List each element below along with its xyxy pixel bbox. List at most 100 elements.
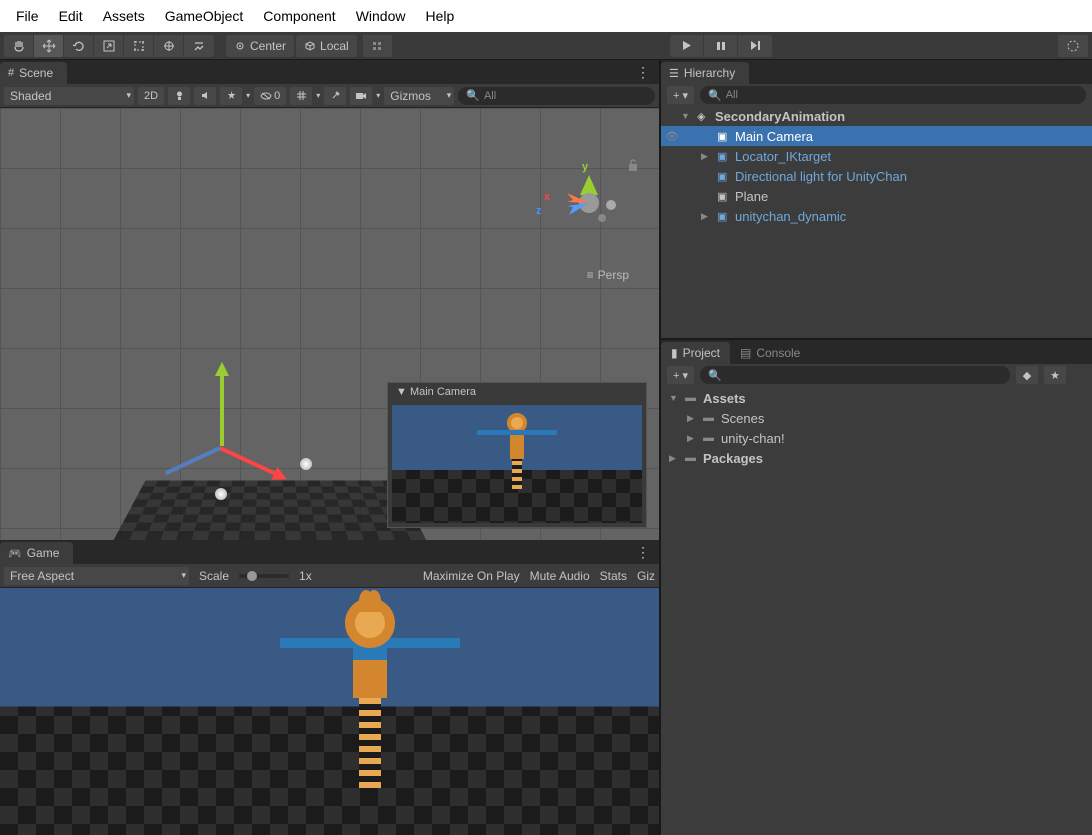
- menu-bar: File Edit Assets GameObject Component Wi…: [0, 0, 1092, 32]
- hierarchy-item[interactable]: ▼◈SecondaryAnimation: [661, 106, 1092, 126]
- project-tab[interactable]: ▮ Project: [661, 342, 730, 364]
- step-button[interactable]: [738, 35, 772, 57]
- hierarchy-item[interactable]: ▶▣Locator_IKtarget: [661, 146, 1092, 166]
- snap-toggle-button[interactable]: [363, 35, 393, 57]
- menu-assets[interactable]: Assets: [95, 4, 153, 28]
- scene-viewport[interactable]: y x z Persp Main Camera: [0, 108, 659, 540]
- menu-edit[interactable]: Edit: [51, 4, 91, 28]
- expand-toggle[interactable]: ▶: [687, 433, 699, 444]
- item-label: Main Camera: [735, 129, 813, 144]
- rotate-tool-button[interactable]: [64, 35, 94, 57]
- scene-tab[interactable]: # Scene: [0, 62, 67, 84]
- game-options-button[interactable]: ⋮: [636, 544, 651, 561]
- scene-icon: #: [8, 67, 14, 79]
- project-search-input[interactable]: 🔍: [700, 366, 1010, 384]
- orientation-gizmo[interactable]: y x z: [554, 163, 624, 233]
- hierarchy-tab-bar: ☰ Hierarchy: [661, 60, 1092, 84]
- project-item[interactable]: ▼▬Assets: [665, 388, 1088, 408]
- hierarchy-item[interactable]: 👁▣Main Camera: [661, 126, 1092, 146]
- gizmos-dropdown[interactable]: Gizmos: [384, 87, 454, 105]
- local-icon: [304, 40, 316, 52]
- expand-toggle[interactable]: ▼: [669, 393, 681, 403]
- stats-toggle[interactable]: Stats: [600, 569, 627, 583]
- create-dropdown[interactable]: + ▾: [667, 86, 694, 104]
- tools-button[interactable]: [324, 87, 346, 105]
- shading-mode-dropdown[interactable]: Shaded: [4, 87, 134, 105]
- space-toggle-button[interactable]: Local: [296, 35, 357, 57]
- fx-toggle-button[interactable]: [220, 87, 242, 105]
- project-tree[interactable]: ▼▬Assets▶▬Scenes▶▬unity-chan!▶▬Packages: [661, 386, 1092, 835]
- search-by-type-button[interactable]: ◆: [1016, 366, 1038, 384]
- menu-gameobject[interactable]: GameObject: [157, 4, 252, 28]
- scale-tool-button[interactable]: [94, 35, 124, 57]
- projection-label[interactable]: Persp: [587, 268, 629, 282]
- item-label: Packages: [703, 451, 763, 466]
- rect-tool-button[interactable]: [124, 35, 154, 57]
- game-tab[interactable]: 🎮 Game: [0, 542, 73, 564]
- custom-tool-button[interactable]: [184, 35, 214, 57]
- move-gizmo-y-axis[interactable]: [220, 376, 224, 446]
- light-icon: [300, 458, 312, 470]
- maximize-on-play-toggle[interactable]: Maximize On Play: [423, 569, 520, 583]
- 2d-toggle-button[interactable]: 2D: [138, 87, 164, 105]
- lock-icon[interactable]: [627, 158, 639, 172]
- expand-toggle[interactable]: ▶: [669, 453, 681, 464]
- gameobject-icon: ▣: [717, 190, 731, 203]
- layers-button[interactable]: [1058, 35, 1088, 57]
- hierarchy-search-input[interactable]: 🔍 All: [700, 86, 1086, 104]
- hidden-objects-button[interactable]: 0: [254, 87, 286, 105]
- move-gizmo-z-axis[interactable]: [165, 446, 221, 475]
- expand-toggle[interactable]: ▶: [701, 151, 713, 162]
- camera-button[interactable]: [350, 87, 372, 105]
- move-gizmo-x-axis[interactable]: [219, 446, 275, 475]
- scale-slider[interactable]: [239, 574, 289, 578]
- grid-toggle-button[interactable]: [290, 87, 312, 105]
- light-icon: [215, 488, 227, 500]
- lighting-toggle-button[interactable]: [168, 87, 190, 105]
- item-label: Scenes: [721, 411, 764, 426]
- scene-options-button[interactable]: ⋮: [636, 64, 651, 81]
- item-label: Directional light for UnityChan: [735, 169, 907, 184]
- menu-help[interactable]: Help: [417, 4, 462, 28]
- hierarchy-item[interactable]: ▣Directional light for UnityChan: [661, 166, 1092, 186]
- project-item[interactable]: ▶ ▬ Scenes: [665, 408, 1088, 428]
- project-item[interactable]: ▶ ▬ Packages: [665, 448, 1088, 468]
- menu-file[interactable]: File: [8, 4, 47, 28]
- camera-preview-window[interactable]: Main Camera: [387, 382, 647, 528]
- folder-icon: ▬: [703, 432, 717, 444]
- expand-toggle[interactable]: ▼: [681, 111, 693, 121]
- visibility-icon[interactable]: 👁: [665, 130, 679, 143]
- item-label: unitychan_dynamic: [735, 209, 846, 224]
- expand-toggle[interactable]: ▶: [687, 413, 699, 424]
- project-tab-bar: ▮ Project ▤ Console: [661, 340, 1092, 364]
- move-tool-button[interactable]: [34, 35, 64, 57]
- mute-audio-toggle[interactable]: Mute Audio: [530, 569, 590, 583]
- transform-tool-button[interactable]: [154, 35, 184, 57]
- save-search-button[interactable]: ★: [1044, 366, 1066, 384]
- pivot-toggle-button[interactable]: Center: [226, 35, 294, 57]
- menu-component[interactable]: Component: [255, 4, 343, 28]
- axis-z-label: z: [536, 205, 542, 217]
- menu-window[interactable]: Window: [348, 4, 414, 28]
- hierarchy-tab[interactable]: ☰ Hierarchy: [661, 62, 749, 84]
- console-tab[interactable]: ▤ Console: [730, 342, 810, 364]
- search-icon: 🔍: [708, 369, 722, 382]
- folder-icon: ▬: [703, 412, 717, 424]
- hierarchy-item[interactable]: ▶▣unitychan_dynamic: [661, 206, 1092, 226]
- audio-toggle-button[interactable]: [194, 87, 216, 105]
- aspect-dropdown[interactable]: Free Aspect: [4, 567, 189, 585]
- item-label: Plane: [735, 189, 768, 204]
- folder-icon: ▬: [685, 452, 699, 464]
- project-create-dropdown[interactable]: + ▾: [667, 366, 694, 384]
- expand-toggle[interactable]: ▶: [701, 211, 713, 222]
- hand-tool-button[interactable]: [4, 35, 34, 57]
- project-item[interactable]: ▶▬unity-chan!: [665, 428, 1088, 448]
- game-viewport[interactable]: [0, 588, 659, 835]
- item-label: Locator_IKtarget: [735, 149, 831, 164]
- gizmos-label[interactable]: Giz: [637, 569, 655, 583]
- play-button[interactable]: [670, 35, 704, 57]
- pause-button[interactable]: [704, 35, 738, 57]
- scene-search-input[interactable]: 🔍 All: [458, 87, 655, 105]
- hierarchy-tree[interactable]: ▼◈SecondaryAnimation👁▣Main Camera▶▣Locat…: [661, 106, 1092, 338]
- hierarchy-item[interactable]: ▣ Plane: [661, 186, 1092, 206]
